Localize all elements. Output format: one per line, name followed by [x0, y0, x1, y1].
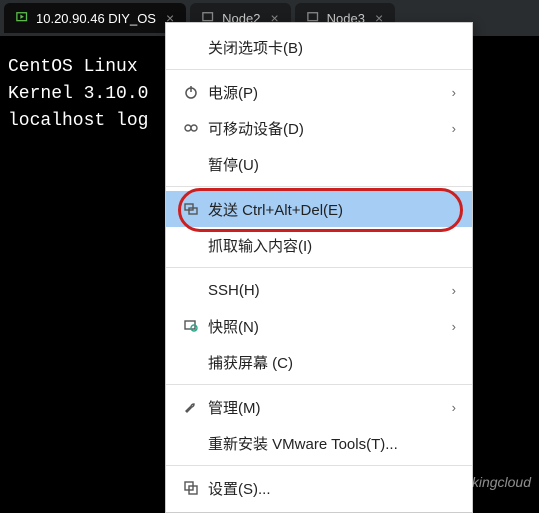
- menu-reinstall-tools[interactable]: 重新安装 VMware Tools(T)...: [166, 425, 472, 461]
- menu-capture-screen[interactable]: 捕获屏幕 (C): [166, 344, 472, 380]
- menu-snapshot[interactable]: 快照(N)›: [166, 308, 472, 344]
- context-menu: 关闭选项卡(B) 电源(P)› 可移动设备(D)› 暂停(U) 发送 Ctrl+…: [165, 22, 473, 513]
- vm-play-icon: [16, 11, 30, 25]
- separator: [166, 267, 472, 268]
- chevron-right-icon: ›: [452, 121, 456, 136]
- tab-label: 10.20.90.46 DIY_OS: [36, 11, 156, 26]
- menu-label: 暂停(U): [204, 154, 456, 175]
- menu-label: 捕获屏幕 (C): [204, 352, 456, 373]
- menu-ssh[interactable]: SSH(H)›: [166, 272, 472, 308]
- menu-pause[interactable]: 暂停(U): [166, 146, 472, 182]
- devices-icon: [178, 120, 204, 136]
- menu-label: 电源(P): [204, 82, 452, 103]
- wrench-icon: [178, 399, 204, 415]
- settings-icon: [178, 480, 204, 496]
- snapshot-icon: [178, 318, 204, 334]
- chevron-right-icon: ›: [452, 283, 456, 298]
- menu-label: 可移动设备(D): [204, 118, 452, 139]
- separator: [166, 69, 472, 70]
- chevron-right-icon: ›: [452, 319, 456, 334]
- watermark: 头条@walkingcloud: [409, 472, 531, 492]
- chevron-right-icon: ›: [452, 85, 456, 100]
- menu-label: SSH(H): [204, 282, 452, 299]
- power-icon: [178, 84, 204, 100]
- menu-send-ctrl-alt-del[interactable]: 发送 Ctrl+Alt+Del(E): [166, 191, 472, 227]
- menu-grab-input[interactable]: 抓取输入内容(I): [166, 227, 472, 263]
- menu-label: 快照(N): [204, 316, 452, 337]
- menu-power[interactable]: 电源(P)›: [166, 74, 472, 110]
- menu-label: 发送 Ctrl+Alt+Del(E): [204, 199, 456, 220]
- menu-label: 管理(M): [204, 397, 452, 418]
- separator: [166, 186, 472, 187]
- separator: [166, 384, 472, 385]
- chevron-right-icon: ›: [452, 400, 456, 415]
- menu-label: 关闭选项卡(B): [204, 37, 456, 58]
- menu-manage[interactable]: 管理(M)›: [166, 389, 472, 425]
- menu-close-tab[interactable]: 关闭选项卡(B): [166, 29, 472, 65]
- menu-removable-devices[interactable]: 可移动设备(D)›: [166, 110, 472, 146]
- menu-label: 重新安装 VMware Tools(T)...: [204, 433, 456, 454]
- separator: [166, 465, 472, 466]
- menu-label: 抓取输入内容(I): [204, 235, 456, 256]
- send-keys-icon: [178, 201, 204, 217]
- tab-active[interactable]: 10.20.90.46 DIY_OS ×: [4, 3, 186, 33]
